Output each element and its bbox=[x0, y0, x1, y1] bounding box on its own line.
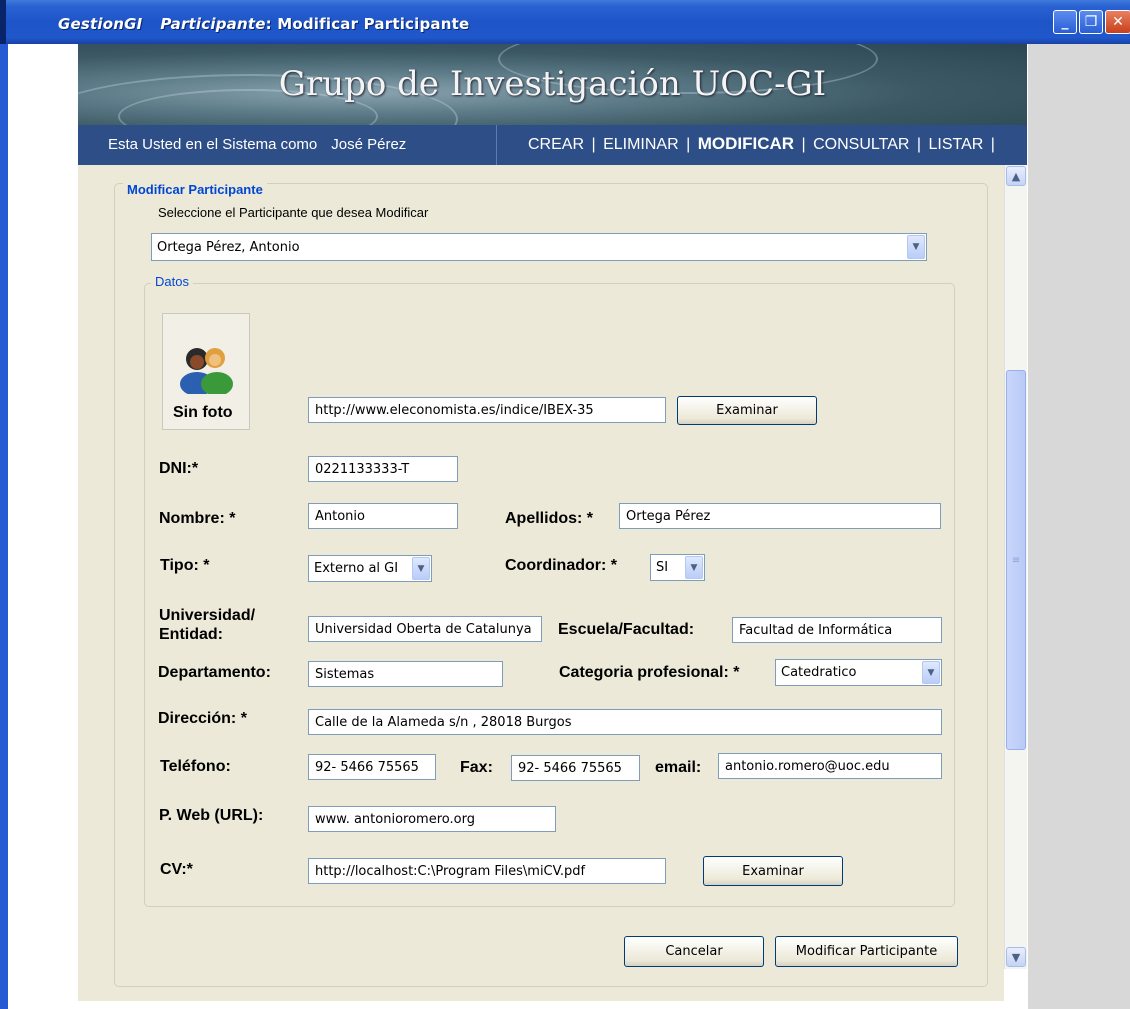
coordinador-dropdown-button[interactable]: ▼ bbox=[685, 556, 703, 579]
tipo-select[interactable]: Externo al GI ▼ bbox=[308, 555, 432, 582]
select-hint: Seleccione el Participante que desea Mod… bbox=[158, 205, 429, 220]
datos-legend: Datos bbox=[151, 274, 193, 289]
session-user: José Pérez bbox=[331, 136, 407, 153]
universidad-input[interactable]: Universidad Oberta de Catalunya bbox=[308, 616, 542, 642]
categoria-select[interactable]: Catedratico ▼ bbox=[775, 659, 942, 686]
nav-bar: Esta Usted en el Sistema como José Pérez … bbox=[78, 125, 1027, 165]
session-label: Esta Usted en el Sistema como bbox=[108, 136, 318, 153]
tipo-select-value: Externo al GI bbox=[314, 561, 399, 576]
minimize-icon: _ bbox=[1061, 14, 1069, 30]
banner-title: Grupo de Investigación UOC-GI bbox=[278, 64, 827, 104]
direccion-input[interactable]: Calle de la Alameda s/n , 28018 Burgos bbox=[308, 709, 942, 735]
header-banner: Grupo de Investigación UOC-GI bbox=[78, 44, 1027, 125]
chevron-down-icon: ▼ bbox=[417, 563, 425, 574]
categoria-label: Categoria profesional: * bbox=[559, 664, 740, 681]
coordinador-select-value: SI bbox=[656, 560, 669, 575]
chevron-down-icon: ▼ bbox=[690, 562, 698, 573]
nav-separator: | bbox=[916, 136, 922, 153]
web-input[interactable]: www. antonioromero.org bbox=[308, 806, 556, 832]
restore-icon: ❐ bbox=[1084, 14, 1098, 30]
close-icon: ✕ bbox=[1112, 14, 1124, 30]
app-window: GestionGI Participante: Modificar Partici… bbox=[0, 0, 1130, 1009]
session-info: Esta Usted en el Sistema como José Pérez bbox=[108, 136, 406, 153]
scroll-up-button[interactable]: ▲ bbox=[1006, 166, 1026, 186]
modify-participant-button[interactable]: Modificar Participante bbox=[775, 936, 958, 967]
apellidos-label: Apellidos: * bbox=[505, 510, 594, 527]
chevron-up-icon: ▲ bbox=[1011, 169, 1021, 183]
participant-select[interactable]: Ortega Pérez, Antonio ▼ bbox=[151, 233, 927, 261]
window-title-app: GestionGI bbox=[58, 15, 143, 33]
telefono-input[interactable]: 92- 5466 75565 bbox=[308, 754, 436, 780]
departamento-input[interactable]: Sistemas bbox=[308, 661, 503, 687]
nav-separator: | bbox=[990, 136, 995, 153]
scroll-down-button[interactable]: ▼ bbox=[1006, 947, 1026, 967]
universidad-label: Universidad/ Entidad: bbox=[159, 606, 255, 644]
nav-divider bbox=[496, 125, 497, 165]
window-titlebar[interactable]: GestionGI Participante: Modificar Partici… bbox=[0, 0, 1130, 44]
nombre-input[interactable]: Antonio bbox=[308, 503, 458, 529]
apellidos-input[interactable]: Ortega Pérez bbox=[619, 503, 941, 529]
photo-box: Sin foto bbox=[162, 313, 250, 430]
nav-consultar[interactable]: CONSULTAR bbox=[813, 136, 909, 153]
universidad-label-line1: Universidad/ bbox=[159, 607, 256, 624]
categoria-select-value: Catedratico bbox=[781, 665, 857, 680]
scroll-thumb[interactable]: ≡ bbox=[1006, 370, 1026, 750]
fax-input[interactable]: 92- 5466 75565 bbox=[511, 755, 640, 781]
escuela-label: Escuela/Facultad: bbox=[558, 621, 695, 638]
nav-eliminar[interactable]: ELIMINAR bbox=[603, 136, 679, 153]
dni-label: DNI:* bbox=[159, 460, 199, 477]
email-input[interactable]: antonio.romero@uoc.edu bbox=[718, 753, 942, 779]
nav-crear[interactable]: CREAR bbox=[528, 136, 584, 153]
photo-label: Sin foto bbox=[173, 404, 233, 421]
email-label: email: bbox=[655, 759, 702, 776]
tipo-label: Tipo: * bbox=[160, 557, 210, 574]
grip-icon: ≡ bbox=[1011, 554, 1021, 566]
departamento-label: Departamento: bbox=[158, 664, 271, 681]
cv-label: CV:* bbox=[160, 861, 193, 878]
cancel-button[interactable]: Cancelar bbox=[624, 936, 764, 967]
direccion-label: Dirección: * bbox=[158, 710, 247, 727]
categoria-dropdown-button[interactable]: ▼ bbox=[922, 661, 940, 684]
escuela-input[interactable]: Facultad de Informática bbox=[732, 617, 942, 643]
close-button[interactable]: ✕ bbox=[1105, 10, 1130, 34]
tipo-dropdown-button[interactable]: ▼ bbox=[412, 557, 430, 580]
users-icon bbox=[180, 348, 233, 394]
minimize-button[interactable]: _ bbox=[1053, 10, 1077, 34]
window-frame bbox=[0, 44, 8, 1009]
chevron-down-icon: ▼ bbox=[927, 667, 935, 678]
right-gutter bbox=[1028, 44, 1130, 1009]
web-label: P. Web (URL): bbox=[159, 807, 264, 824]
chevron-down-icon: ▼ bbox=[912, 242, 920, 252]
browse-photo-button[interactable]: Examinar bbox=[677, 396, 817, 425]
window-title-action: : Modificar Participante bbox=[265, 15, 470, 33]
window-title: GestionGI Participante: Modificar Partici… bbox=[58, 15, 469, 33]
participant-select-value: Ortega Pérez, Antonio bbox=[157, 239, 300, 255]
nav-menu: CREAR | ELIMINAR | MODIFICAR | CONSULTAR… bbox=[528, 134, 998, 154]
window-title-section: Participante bbox=[160, 15, 266, 33]
cv-input[interactable]: http://localhost:C:\Program Files\miCV.p… bbox=[308, 858, 666, 884]
photo-url-input[interactable]: http://www.eleconomista.es/indice/IBEX-3… bbox=[308, 397, 666, 423]
restore-button[interactable]: ❐ bbox=[1079, 10, 1103, 34]
nav-separator: | bbox=[686, 136, 691, 153]
participant-dropdown-button[interactable]: ▼ bbox=[907, 235, 925, 259]
nav-separator: | bbox=[801, 136, 806, 153]
coordinador-select[interactable]: SI ▼ bbox=[650, 554, 705, 581]
fax-label: Fax: bbox=[460, 759, 493, 776]
modify-legend: Modificar Participante bbox=[123, 182, 267, 197]
chevron-down-icon: ▼ bbox=[1011, 950, 1021, 964]
browse-cv-button[interactable]: Examinar bbox=[703, 856, 843, 886]
dni-input[interactable]: 0221133333-T bbox=[308, 456, 458, 482]
vertical-scrollbar[interactable]: ▲ ≡ ▼ bbox=[1004, 165, 1027, 969]
universidad-label-line2: Entidad: bbox=[159, 626, 223, 643]
telefono-label: Teléfono: bbox=[160, 758, 231, 775]
nav-listar[interactable]: LISTAR bbox=[928, 136, 983, 153]
nav-modificar[interactable]: MODIFICAR bbox=[698, 134, 794, 153]
coordinador-label: Coordinador: * bbox=[505, 557, 617, 574]
nav-separator: | bbox=[591, 136, 596, 153]
nombre-label: Nombre: * bbox=[159, 510, 236, 527]
